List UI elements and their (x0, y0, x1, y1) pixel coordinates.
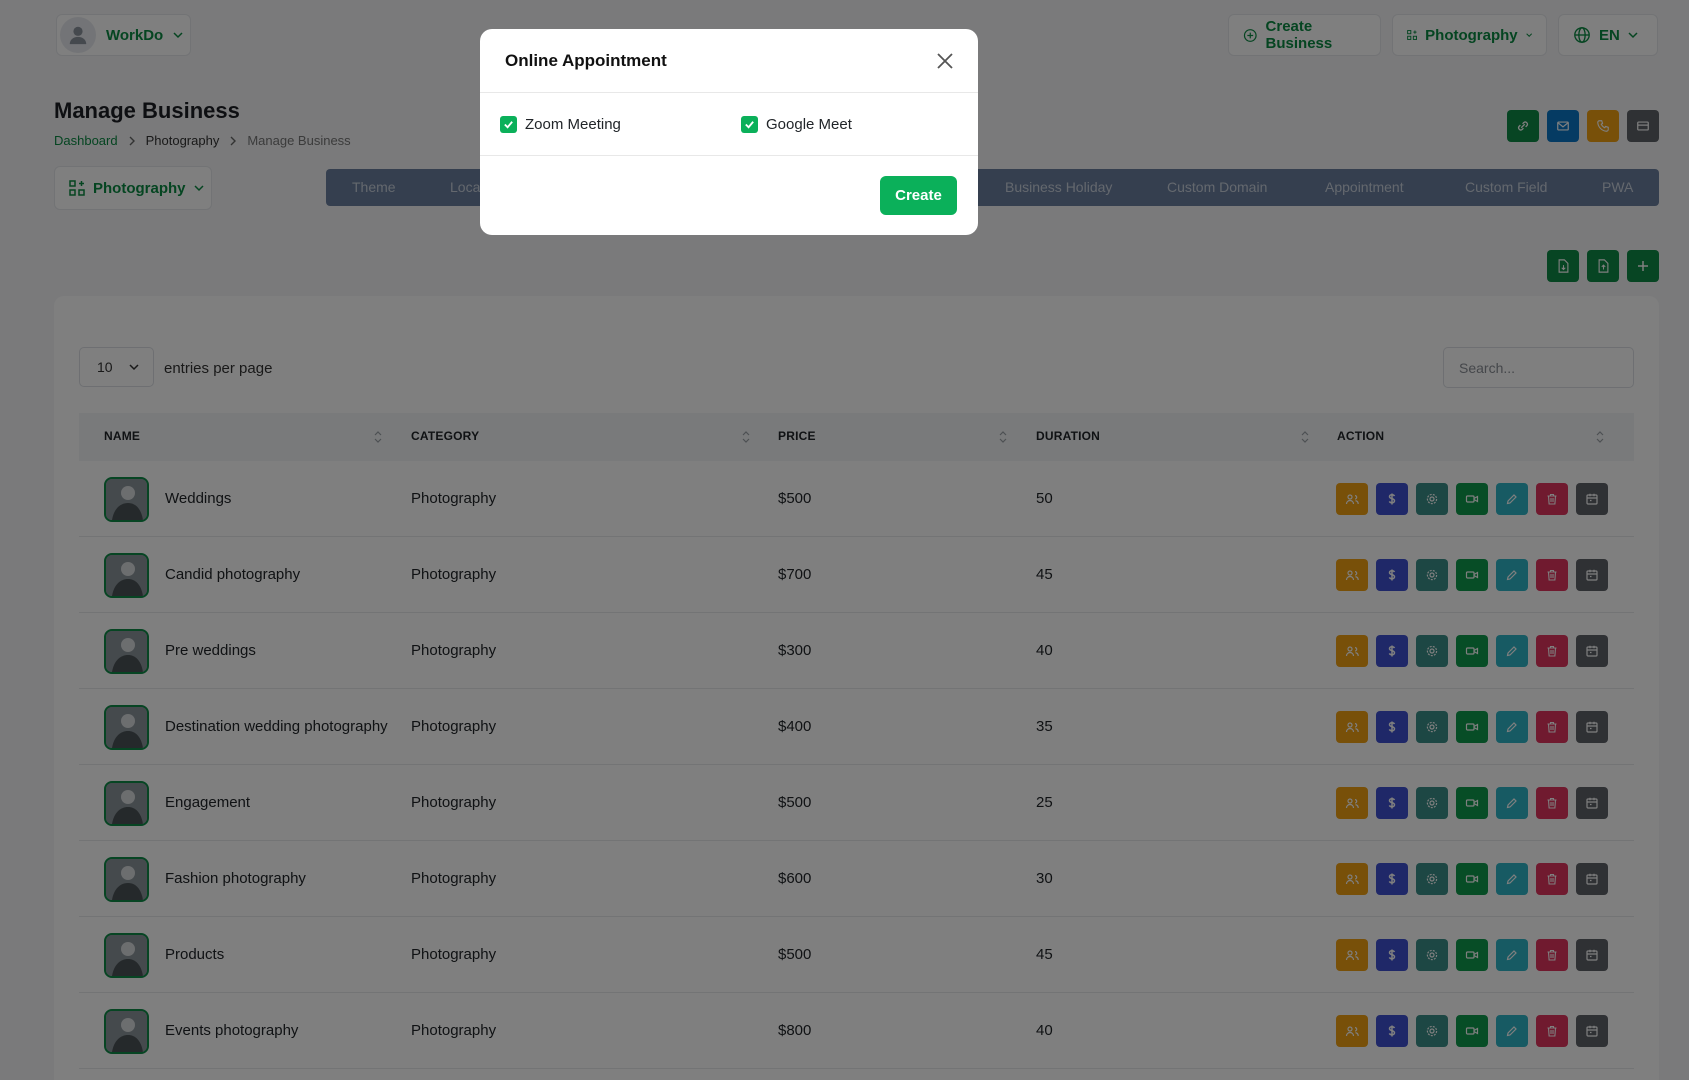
zoom-meeting-checkbox[interactable]: Zoom Meeting (500, 116, 621, 133)
modal-title: Online Appointment (505, 51, 667, 70)
manage-business-page: WorkDo Create Business Photography EN Ma… (0, 0, 1689, 1080)
zoom-meeting-label: Zoom Meeting (525, 116, 621, 133)
modal-divider (480, 155, 978, 156)
online-appointment-modal: Online Appointment Zoom Meeting Google M… (480, 29, 978, 235)
close-icon[interactable] (935, 51, 955, 71)
google-meet-label: Google Meet (766, 116, 852, 133)
modal-divider (480, 92, 978, 93)
google-meet-checkbox[interactable]: Google Meet (741, 116, 852, 133)
checkbox-checked-icon (741, 116, 758, 133)
checkbox-checked-icon (500, 116, 517, 133)
create-button[interactable]: Create (880, 176, 957, 215)
